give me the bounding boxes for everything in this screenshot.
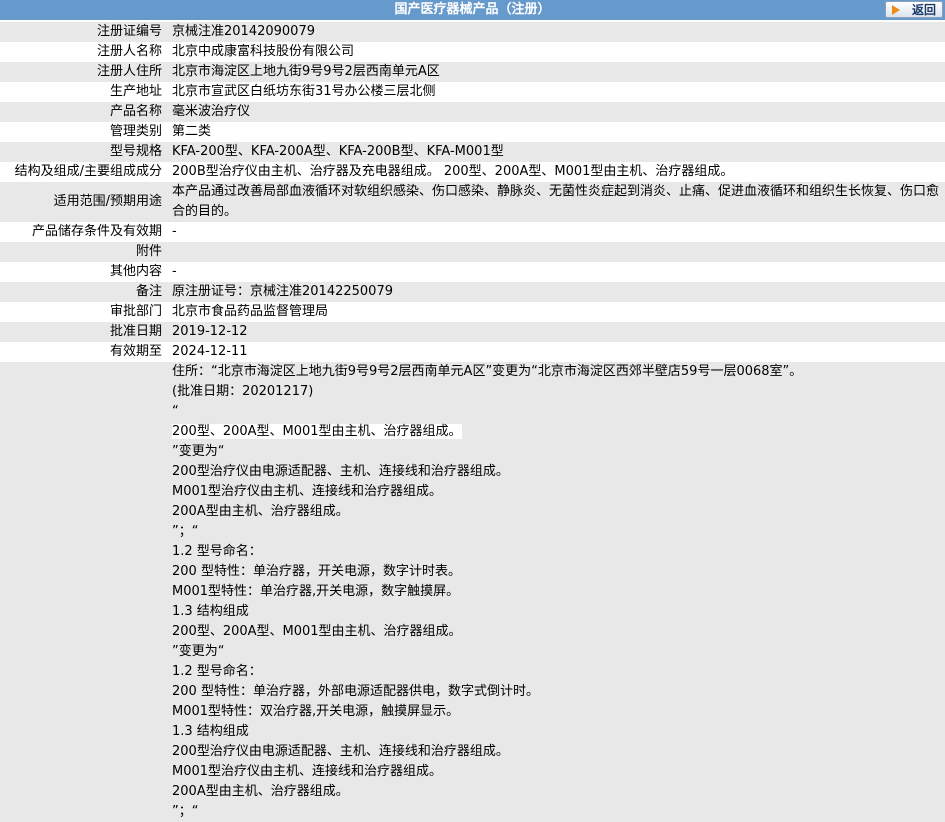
table-row: 适用范围/预期用途 本产品通过改善局部血液循环对软组织感染、伤口感染、静脉炎、无菌… — [0, 182, 945, 222]
field-label: 生产地址 — [109, 84, 162, 99]
change-line: 1.3 结构组成 — [172, 724, 249, 739]
table-row: 批准日期 2019-12-12 — [0, 322, 945, 342]
field-value: 北京中成康富科技股份有限公司 — [172, 44, 355, 59]
change-line: 200A型由主机、治疗器组成。 — [172, 504, 349, 519]
table-row: 注册人住所 北京市海淀区上地九街9号9号2层西南单元A区 — [0, 62, 945, 82]
field-label: 注册人住所 — [96, 64, 162, 79]
field-value: 毫米波治疗仪 — [172, 104, 251, 119]
field-label: 结构及组成/主要组成成分 — [14, 164, 162, 179]
change-line: 1.2 型号命名： — [172, 664, 262, 679]
field-value: 北京市海淀区上地九街9号9号2层西南单元A区 — [172, 64, 440, 79]
arrow-right-icon — [892, 5, 900, 15]
change-line: 1.2 型号命名： — [172, 544, 262, 559]
field-value: 第二类 — [172, 124, 212, 139]
field-label: 其他内容 — [109, 264, 162, 279]
field-label: 有效期至 — [109, 344, 162, 359]
field-value: 原注册证号：京械注准20142250079 — [172, 284, 393, 299]
field-label: 备注 — [135, 284, 162, 299]
table-row: 注册人名称 北京中成康富科技股份有限公司 — [0, 42, 945, 62]
field-value: 本产品通过改善局部血液循环对软组织感染、伤口感染、静脉炎、无菌性炎症起到消炎、止… — [172, 184, 940, 219]
table-row: 管理类别 第二类 — [0, 122, 945, 142]
table-row: 有效期至 2024-12-11 — [0, 342, 945, 362]
field-value — [162, 242, 945, 262]
field-label: 注册人名称 — [96, 44, 162, 59]
change-line: M001型治疗仪由主机、连接线和治疗器组成。 — [172, 484, 443, 499]
field-value: 2019-12-12 — [172, 324, 248, 339]
change-line: 200 型特性：单治疗器，外部电源适配器供电，数字式倒计时。 — [172, 684, 539, 699]
field-value: - — [172, 224, 177, 239]
change-line: M001型特性：单治疗器,开关电源，数字触摸屏。 — [172, 584, 460, 599]
table-row: 审批部门 北京市食品药品监督管理局 — [0, 302, 945, 322]
table-row: 注册证编号 京械注准20142090079 — [0, 22, 945, 42]
change-line: 200型治疗仪由电源适配器、主机、连接线和治疗器组成。 — [172, 464, 509, 479]
field-label: 管理类别 — [109, 124, 162, 139]
change-line: 1.3 结构组成 — [172, 604, 249, 619]
change-line: ”变更为“ — [172, 644, 225, 659]
table-row: 产品名称 毫米波治疗仪 — [0, 102, 945, 122]
change-history: 住所：“北京市海淀区上地九街9号9号2层西南单元A区”变更为“北京市海淀区西郊半… — [162, 362, 945, 822]
page-title: 国产医疗器械产品（注册） — [394, 2, 551, 17]
field-label: 产品储存条件及有效期 — [31, 224, 162, 239]
field-label: 型号规格 — [109, 144, 162, 159]
page-header: 国产医疗器械产品（注册） 返回 — [0, 0, 945, 20]
field-label: 审批部门 — [109, 304, 162, 319]
field-value: 京械注准20142090079 — [172, 24, 315, 39]
table-row: 结构及组成/主要组成成分 200B型治疗仪由主机、治疗器及充电器组成。 200型、… — [0, 162, 945, 182]
table-row: 型号规格 KFA-200型、KFA-200A型、KFA-200B型、KFA-M00… — [0, 142, 945, 162]
change-line: ”；“ — [172, 524, 199, 539]
field-value: 2024-12-11 — [172, 344, 248, 359]
detail-table: 注册证编号 京械注准20142090079 注册人名称 北京中成康富科技股份有限公司注… — [0, 22, 945, 822]
change-line: 200A型由主机、治疗器组成。 — [172, 784, 349, 799]
change-line: 200 型特性：单治疗器，开关电源，数字计时表。 — [172, 564, 461, 579]
field-label: 适用范围/预期用途 — [53, 194, 162, 209]
table-row: 附件 — [0, 242, 945, 262]
table-row: 产品储存条件及有效期 - — [0, 222, 945, 242]
table-row: 生产地址 北京市宣武区白纸坊东街31号办公楼三层北侧 — [0, 82, 945, 102]
back-button[interactable]: 返回 — [885, 1, 943, 18]
change-line: ”变更为“ — [172, 444, 225, 459]
field-value: 北京市宣武区白纸坊东街31号办公楼三层北侧 — [172, 84, 436, 99]
change-line: 200型、200A型、M001型由主机、治疗器组成。 — [172, 424, 462, 439]
change-line: (批准日期：20201217) — [172, 384, 314, 399]
field-value: KFA-200型、KFA-200A型、KFA-200B型、KFA-M001型 — [172, 144, 504, 159]
change-line: ”；“ — [172, 804, 199, 819]
field-label: 注册证编号 — [96, 24, 162, 39]
field-value: 北京市食品药品监督管理局 — [172, 304, 329, 319]
change-line: M001型治疗仪由主机、连接线和治疗器组成。 — [172, 764, 443, 779]
field-label: 批准日期 — [109, 324, 162, 339]
change-line: “ — [172, 404, 179, 419]
field-value: - — [172, 264, 177, 279]
change-line: 200型治疗仪由电源适配器、主机、连接线和治疗器组成。 — [172, 744, 509, 759]
change-line: 住所：“北京市海淀区上地九街9号9号2层西南单元A区”变更为“北京市海淀区西郊半… — [172, 364, 803, 379]
change-line: 200型、200A型、M001型由主机、治疗器组成。 — [172, 624, 462, 639]
field-value: 200B型治疗仪由主机、治疗器及充电器组成。 200型、200A型、M001型由… — [172, 164, 734, 179]
change-line: M001型特性：双治疗器,开关电源，触摸屏显示。 — [172, 704, 460, 719]
field-label: 附件 — [135, 244, 162, 259]
field-label: 产品名称 — [109, 104, 162, 119]
table-row: 其他内容 - — [0, 262, 945, 282]
change-history-row: 住所：“北京市海淀区上地九街9号9号2层西南单元A区”变更为“北京市海淀区西郊半… — [0, 362, 945, 822]
table-row: 备注 原注册证号：京械注准20142250079 — [0, 282, 945, 302]
